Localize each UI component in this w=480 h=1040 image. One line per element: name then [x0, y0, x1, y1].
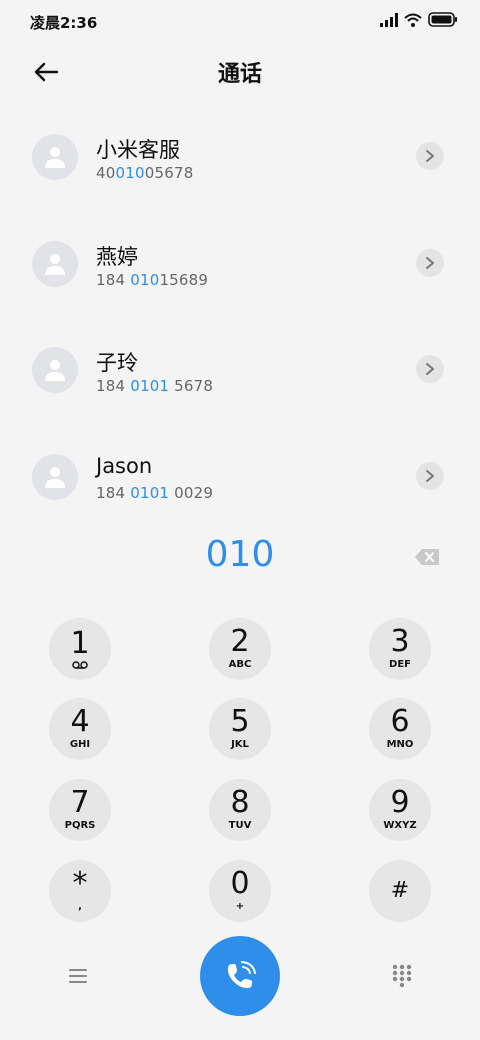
key-letters: TUV — [228, 820, 252, 831]
contact-list: 小米客服 4001005678 燕婷 184 01015689 子玲 184 0… — [0, 104, 480, 530]
status-icons — [380, 12, 458, 27]
header: 通话 — [0, 44, 480, 100]
key-digit: 7 — [70, 785, 90, 820]
backspace-button[interactable] — [414, 548, 440, 568]
key-9[interactable]: 9 WXYZ — [369, 779, 431, 841]
backspace-icon — [415, 549, 439, 565]
key-letters: MNO — [386, 739, 414, 750]
key-3[interactable]: 3 DEF — [369, 618, 431, 680]
dial-display: 010 — [0, 534, 480, 584]
contact-row[interactable]: 小米客服 4001005678 — [0, 104, 480, 211]
contact-row[interactable]: Jason 184 0101 0029 — [0, 424, 480, 531]
key-digit: # — [390, 878, 410, 903]
key-letters: PQRS — [64, 820, 96, 831]
key-hash[interactable]: # — [369, 860, 431, 922]
menu-button[interactable] — [64, 964, 92, 988]
person-icon — [45, 360, 65, 381]
contact-number: 4001005678 — [96, 164, 194, 182]
dialed-number: 010 — [205, 534, 275, 575]
contact-number: 184 0101 5678 — [96, 377, 214, 395]
chevron-right-icon — [426, 150, 434, 162]
key-digit: * — [72, 866, 88, 901]
contact-name: Jason — [96, 453, 153, 478]
key-letters: GHI — [69, 739, 91, 750]
chevron-right-icon — [426, 256, 434, 269]
phone-call-icon — [227, 961, 256, 989]
contact-detail-button[interactable] — [416, 248, 444, 277]
contact-row[interactable]: 子玲 184 0101 5678 — [0, 317, 480, 424]
key-letters: DEF — [389, 659, 411, 670]
avatar — [32, 453, 78, 500]
wifi-icon — [404, 13, 422, 27]
key-digit: 4 — [70, 704, 90, 739]
voicemail-icon — [72, 661, 88, 669]
key-letters: WXYZ — [383, 820, 417, 831]
contact-name: 燕婷 — [96, 244, 138, 269]
avatar — [32, 134, 78, 180]
contact-detail-button[interactable] — [416, 461, 444, 490]
key-letters: , — [78, 901, 82, 912]
contact-name: 小米客服 — [96, 138, 180, 162]
chevron-right-icon — [426, 469, 434, 482]
key-letters: + — [235, 901, 245, 912]
key-letters: JKL — [231, 739, 249, 750]
dialpad-icon — [392, 964, 412, 988]
key-5[interactable]: 5 JKL — [209, 698, 271, 760]
status-time: 凌晨2:36 — [30, 14, 98, 32]
key-star[interactable]: * , — [49, 860, 111, 922]
contact-number: 184 01015689 — [96, 270, 209, 289]
key-letters: ABC — [228, 659, 252, 670]
bottom-bar — [0, 936, 480, 1016]
key-digit: 8 — [230, 785, 250, 820]
contact-row[interactable]: 燕婷 184 01015689 — [0, 211, 480, 318]
person-icon — [45, 466, 65, 488]
key-8[interactable]: 8 TUV — [209, 779, 271, 841]
dialpad-toggle-button[interactable] — [388, 962, 416, 990]
person-icon — [45, 147, 65, 168]
contact-number: 184 0101 0029 — [96, 483, 214, 502]
call-button[interactable] — [200, 936, 280, 1016]
key-digit: 9 — [390, 785, 410, 820]
contact-name: 子玲 — [96, 351, 138, 375]
battery-icon — [428, 12, 457, 27]
chevron-right-icon — [426, 363, 434, 375]
page-title: 通话 — [217, 62, 262, 87]
key-digit: 3 — [390, 624, 410, 659]
avatar — [32, 240, 78, 287]
key-digit: 6 — [390, 704, 410, 739]
avatar — [32, 347, 78, 393]
contact-detail-button[interactable] — [416, 142, 444, 170]
key-digit: 0 — [230, 866, 250, 901]
contact-detail-button[interactable] — [416, 355, 444, 383]
key-4[interactable]: 4 GHI — [49, 698, 111, 760]
key-0[interactable]: 0 + — [209, 860, 271, 922]
menu-icon — [69, 969, 87, 983]
status-bar: 凌晨2:36 — [0, 0, 480, 44]
signal-icon — [380, 12, 398, 27]
person-icon — [45, 253, 65, 275]
key-7[interactable]: 7 PQRS — [49, 779, 111, 841]
key-digit: 1 — [70, 626, 90, 661]
key-digit: 5 — [230, 704, 250, 739]
key-digit: 2 — [230, 624, 250, 659]
key-6[interactable]: 6 MNO — [369, 698, 431, 760]
key-2[interactable]: 2 ABC — [209, 618, 271, 680]
key-1[interactable]: 1 — [49, 618, 111, 680]
